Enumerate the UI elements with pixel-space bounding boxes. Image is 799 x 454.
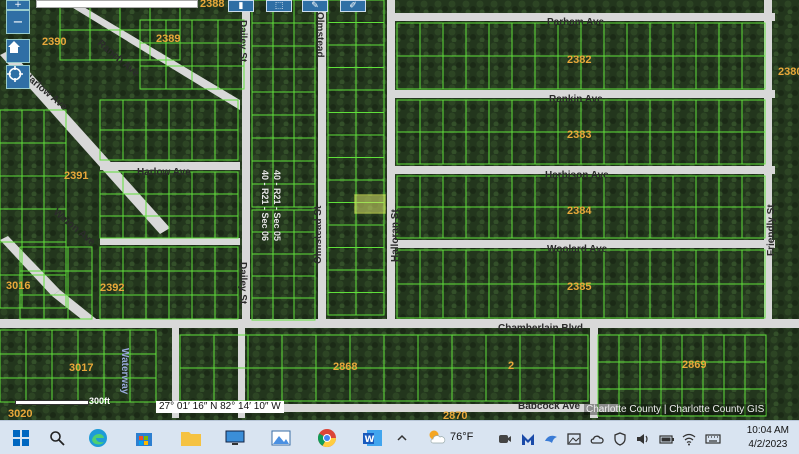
block-number: 2392 (100, 282, 125, 294)
block-number: 2390 (42, 36, 67, 48)
cloud-icon[interactable] (590, 431, 604, 445)
volume-icon[interactable] (636, 431, 650, 445)
zoom-in-button[interactable]: + (6, 0, 30, 10)
edge-icon[interactable] (87, 427, 109, 449)
windows-start-icon[interactable] (10, 427, 32, 449)
gallery-icon[interactable] (567, 431, 581, 445)
layers-button[interactable]: ▮ (228, 0, 254, 12)
block-number: 2391 (64, 170, 89, 182)
street-label-olmstead-mid: Olmstead St (313, 205, 324, 264)
block-number: 2868 (333, 361, 358, 373)
section-label-05: 40 - R21 - Sec 05 (272, 170, 282, 242)
zoom-out-button[interactable]: − (6, 10, 30, 34)
security-shield-icon[interactable] (613, 431, 627, 446)
attribution: Charlotte County | Charlotte County GIS (584, 404, 767, 415)
coordinate-readout: 27° 01′ 16″ N 82° 14′ 10″ W (156, 401, 284, 413)
street-label-babcock: Babcock Ave (518, 401, 581, 412)
malwarebytes-icon[interactable] (521, 431, 535, 445)
block-number: 2383 (567, 129, 592, 141)
home-icon[interactable] (6, 39, 30, 63)
waterway-label: Waterway (119, 348, 130, 395)
search-icon[interactable] (46, 427, 68, 449)
block-number: 2388 (200, 0, 225, 10)
edit-button[interactable]: ✎ (302, 0, 328, 12)
keyboard-icon[interactable] (705, 431, 721, 445)
street-label-rankin: Rankin Ave (549, 94, 603, 105)
windows-taskbar: W 76°F 10:04 AM 4/2/2023 (0, 420, 799, 454)
block-number: 2869 (682, 359, 707, 371)
block-number: 3017 (69, 362, 94, 374)
weather-temp: 76°F (450, 431, 474, 443)
meet-icon[interactable] (498, 431, 512, 445)
block-number: 2385 (567, 281, 592, 293)
weather-icon (429, 430, 446, 444)
file-explorer-icon[interactable] (180, 427, 202, 449)
clock-time: 10:04 AM (746, 425, 789, 436)
bird-icon[interactable] (544, 431, 558, 445)
block-number: 2384 (567, 205, 592, 217)
svg-text:W: W (365, 435, 375, 445)
street-label-olmstead-top: Olmstead (314, 12, 325, 58)
block-number: 2382 (567, 54, 592, 66)
street-label-harbison: Harbison Ave (545, 170, 609, 181)
system-tray (498, 427, 721, 449)
street-label-dailey-top: Dailey St (237, 20, 248, 63)
section-label-06: 40 - R21 - Sec 06 (260, 170, 270, 242)
scale-bar: 300ft (15, 396, 119, 410)
street-label-harlow: Harlow Ave (137, 167, 191, 178)
street-label-halloran: Halloran St (390, 209, 401, 262)
block-number: 2380 (778, 66, 799, 78)
clock-date: 4/2/2023 (748, 439, 788, 450)
remote-desktop-icon[interactable] (224, 427, 246, 449)
word-icon[interactable]: W (362, 427, 384, 449)
street-label-friendly: Friendly St (766, 204, 777, 256)
street-label-parham: Parham Ave (547, 17, 605, 28)
block-number: 2389 (156, 33, 181, 45)
street-label-chamberlain: Chamberlain Blvd (498, 323, 584, 334)
wifi-icon[interactable] (682, 431, 696, 446)
select-button[interactable]: ⬚ (266, 0, 292, 12)
store-icon[interactable] (133, 427, 155, 449)
weather-widget[interactable]: 76°F (428, 429, 473, 445)
block-number: 2870 (443, 410, 468, 420)
street-label-dailey-bottom: Dailey St (237, 262, 248, 305)
block-number: 2 (508, 360, 515, 372)
search-box[interactable] (36, 0, 198, 8)
battery-icon[interactable] (659, 431, 674, 445)
selected-parcel[interactable] (354, 194, 386, 214)
chrome-icon[interactable] (316, 427, 338, 449)
scale-label: 300ft (89, 396, 111, 406)
photos-icon[interactable] (270, 427, 292, 449)
gis-map[interactable]: Parham Ave Rankin Ave Harbison Ave Woola… (0, 0, 799, 420)
draw-button[interactable]: ✐ (340, 0, 366, 12)
locate-icon[interactable] (6, 65, 30, 89)
chevron-up-icon[interactable] (396, 427, 408, 449)
block-number: 3016 (6, 280, 31, 292)
taskbar-clock[interactable]: 10:04 AM 4/2/2023 (747, 424, 789, 452)
street-label-woolard: Woolard Ave (547, 244, 608, 255)
